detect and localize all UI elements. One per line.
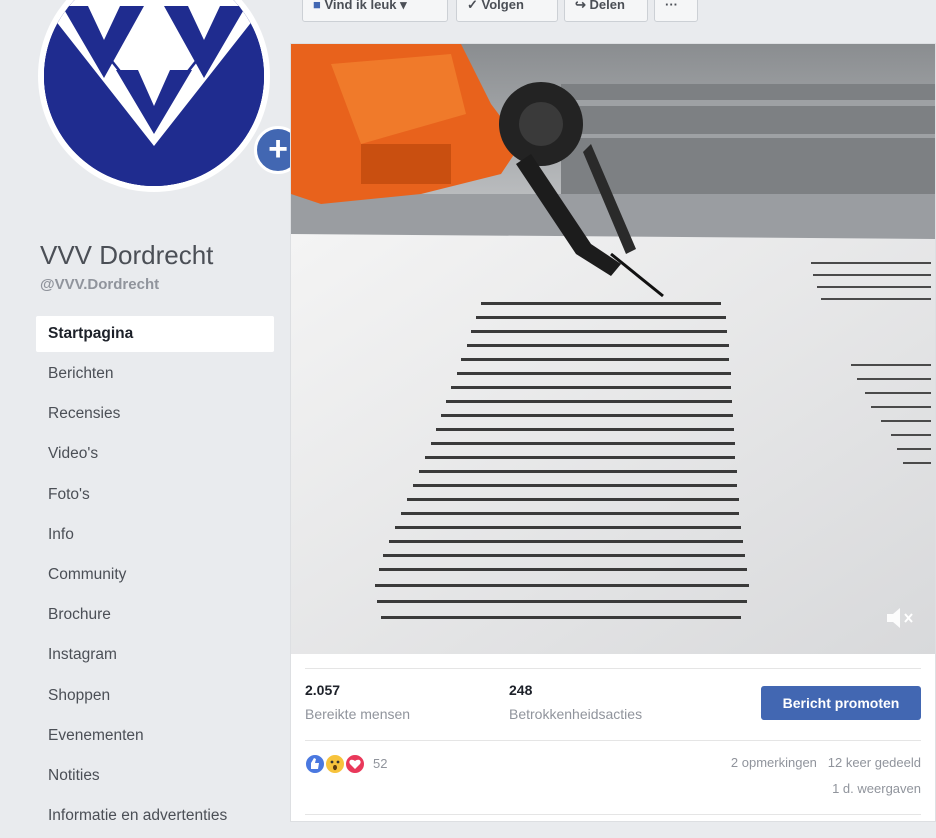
sidebar-item-info[interactable]: Info [36, 517, 274, 557]
love-icon [345, 754, 365, 774]
engagement-summary: 2 opmerkingen 12 keer gedeeld [731, 755, 921, 770]
views-count[interactable]: 1 d. weergaven [832, 781, 921, 796]
sidebar-item-brochure[interactable]: Brochure [36, 597, 274, 637]
divider [305, 668, 921, 669]
sidebar-item-instagram[interactable]: Instagram [36, 637, 274, 677]
follow-button[interactable]: ✓ Volgen [456, 0, 558, 22]
sidebar-item-startpagina[interactable]: Startpagina [36, 316, 274, 352]
video-player[interactable] [291, 44, 935, 654]
avatar[interactable] [44, 0, 264, 186]
post-card: 2.057 Bereikte mensen 248 Betrokkenheids… [290, 43, 936, 822]
sidebar-item-recensies[interactable]: Recensies [36, 396, 274, 436]
divider [305, 740, 921, 741]
promote-post-button[interactable]: Bericht promoten [761, 686, 921, 720]
share-button[interactable]: ↪ Delen [564, 0, 648, 22]
sidebar-item-fotos[interactable]: Foto's [36, 477, 274, 517]
comments-link[interactable]: 2 opmerkingen [731, 755, 817, 770]
sidebar-item-notities[interactable]: Notities [36, 758, 274, 798]
engagement-count: 248 [509, 682, 533, 698]
page-title: VVV Dordrecht [40, 240, 214, 270]
reached-count: 2.057 [305, 682, 341, 698]
like-icon [305, 754, 325, 774]
reaction-count: 52 [373, 756, 388, 771]
reached-label: Bereikte mensen [305, 706, 411, 722]
video-frame [291, 44, 935, 654]
follow-icon: ✓ [467, 0, 478, 12]
share-icon: ↪ [575, 0, 586, 12]
divider [305, 814, 921, 815]
engagement-label: Betrokkenheidsacties [509, 706, 643, 722]
sidebar-item-community[interactable]: Community [36, 557, 274, 597]
more-options-button[interactable]: ··· [654, 0, 698, 22]
profile-picture-frame[interactable]: + [38, 0, 302, 192]
sidebar-item-informatie-advertenties[interactable]: Informatie en advertenties [36, 798, 274, 838]
sidebar-item-berichten[interactable]: Berichten [36, 356, 274, 396]
thumbs-up-icon: ■ [313, 0, 321, 12]
post-insights: 2.057 Bereikte mensen 248 Betrokkenheids… [291, 676, 935, 736]
sidebar-item-shoppen[interactable]: Shoppen [36, 678, 274, 718]
page-username[interactable]: @VVV.Dordrecht [40, 276, 159, 293]
like-page-button[interactable]: ■ Vind ik leuk ▾ [302, 0, 448, 22]
shares-link[interactable]: 12 keer gedeeld [828, 755, 921, 770]
sidebar-item-videos[interactable]: Video's [36, 436, 274, 476]
wow-icon [325, 754, 345, 774]
sidebar-item-evenementen[interactable]: Evenementen [36, 718, 274, 758]
page-navigation: Startpagina Berichten Recensies Video's … [36, 316, 274, 838]
vvv-logo [44, 0, 264, 186]
speaker-muted-icon[interactable] [885, 605, 915, 636]
page-sidebar: + VVV Dordrecht @VVV.Dordrecht Startpagi… [0, 0, 302, 824]
